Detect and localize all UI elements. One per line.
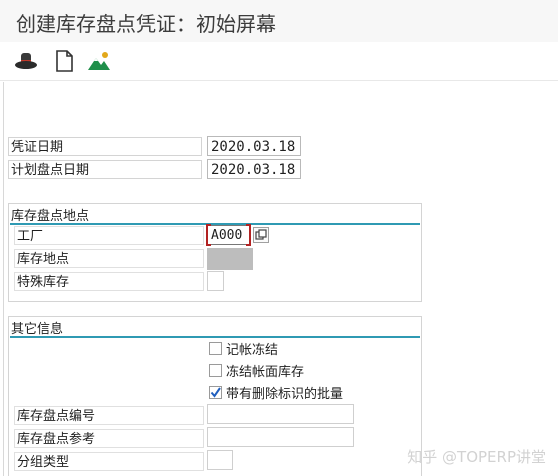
batches-deletion-flag-label: 带有删除标识的批量 xyxy=(226,387,344,402)
count-doc-number-label: 库存盘点编号 xyxy=(14,406,204,425)
freeze-book-inventory-label: 冻结帐面库存 xyxy=(226,365,305,380)
storage-location-field[interactable] xyxy=(207,248,253,270)
location-group-title: 库存盘点地点 xyxy=(11,209,90,224)
grouping-type-field[interactable] xyxy=(207,450,233,470)
document-date-label: 凭证日期 xyxy=(8,137,202,156)
checkmark-icon xyxy=(210,387,221,398)
other-info-group-rule xyxy=(10,336,420,338)
mountain-icon[interactable] xyxy=(87,49,111,73)
focus-bracket-left xyxy=(206,224,211,246)
toolbar xyxy=(0,42,558,81)
focus-bracket-right xyxy=(246,224,251,246)
count-doc-number-field[interactable] xyxy=(207,404,354,424)
storage-location-label: 库存地点 xyxy=(14,249,204,268)
freeze-book-inventory-checkbox[interactable] xyxy=(209,364,222,377)
value-help-icon[interactable] xyxy=(253,227,269,243)
plant-field[interactable]: A000 xyxy=(207,225,251,245)
batches-deletion-flag-checkbox[interactable] xyxy=(209,386,222,399)
planned-count-date-label: 计划盘点日期 xyxy=(8,160,202,179)
document-date-field[interactable]: 2020.03.18 xyxy=(207,136,301,156)
grouping-type-label: 分组类型 xyxy=(14,452,204,471)
special-stock-label: 特殊库存 xyxy=(14,272,204,291)
posting-block-checkbox[interactable] xyxy=(209,342,222,355)
hat-icon[interactable] xyxy=(14,49,38,73)
left-divider xyxy=(3,82,4,476)
count-reference-field[interactable] xyxy=(207,427,354,447)
special-stock-field[interactable] xyxy=(207,271,224,291)
new-document-icon[interactable] xyxy=(52,49,76,73)
plant-value: A000 xyxy=(211,228,243,243)
count-reference-label: 库存盘点参考 xyxy=(14,429,204,448)
posting-block-label: 记帐冻结 xyxy=(226,343,279,358)
planned-count-date-field[interactable]: 2020.03.18 xyxy=(207,159,301,179)
page-title: 创建库存盘点凭证：初始屏幕 xyxy=(16,12,276,36)
plant-label: 工厂 xyxy=(14,226,204,245)
watermark: 知乎 @TOPERP讲堂 xyxy=(407,448,546,466)
other-info-group-title: 其它信息 xyxy=(11,322,64,337)
